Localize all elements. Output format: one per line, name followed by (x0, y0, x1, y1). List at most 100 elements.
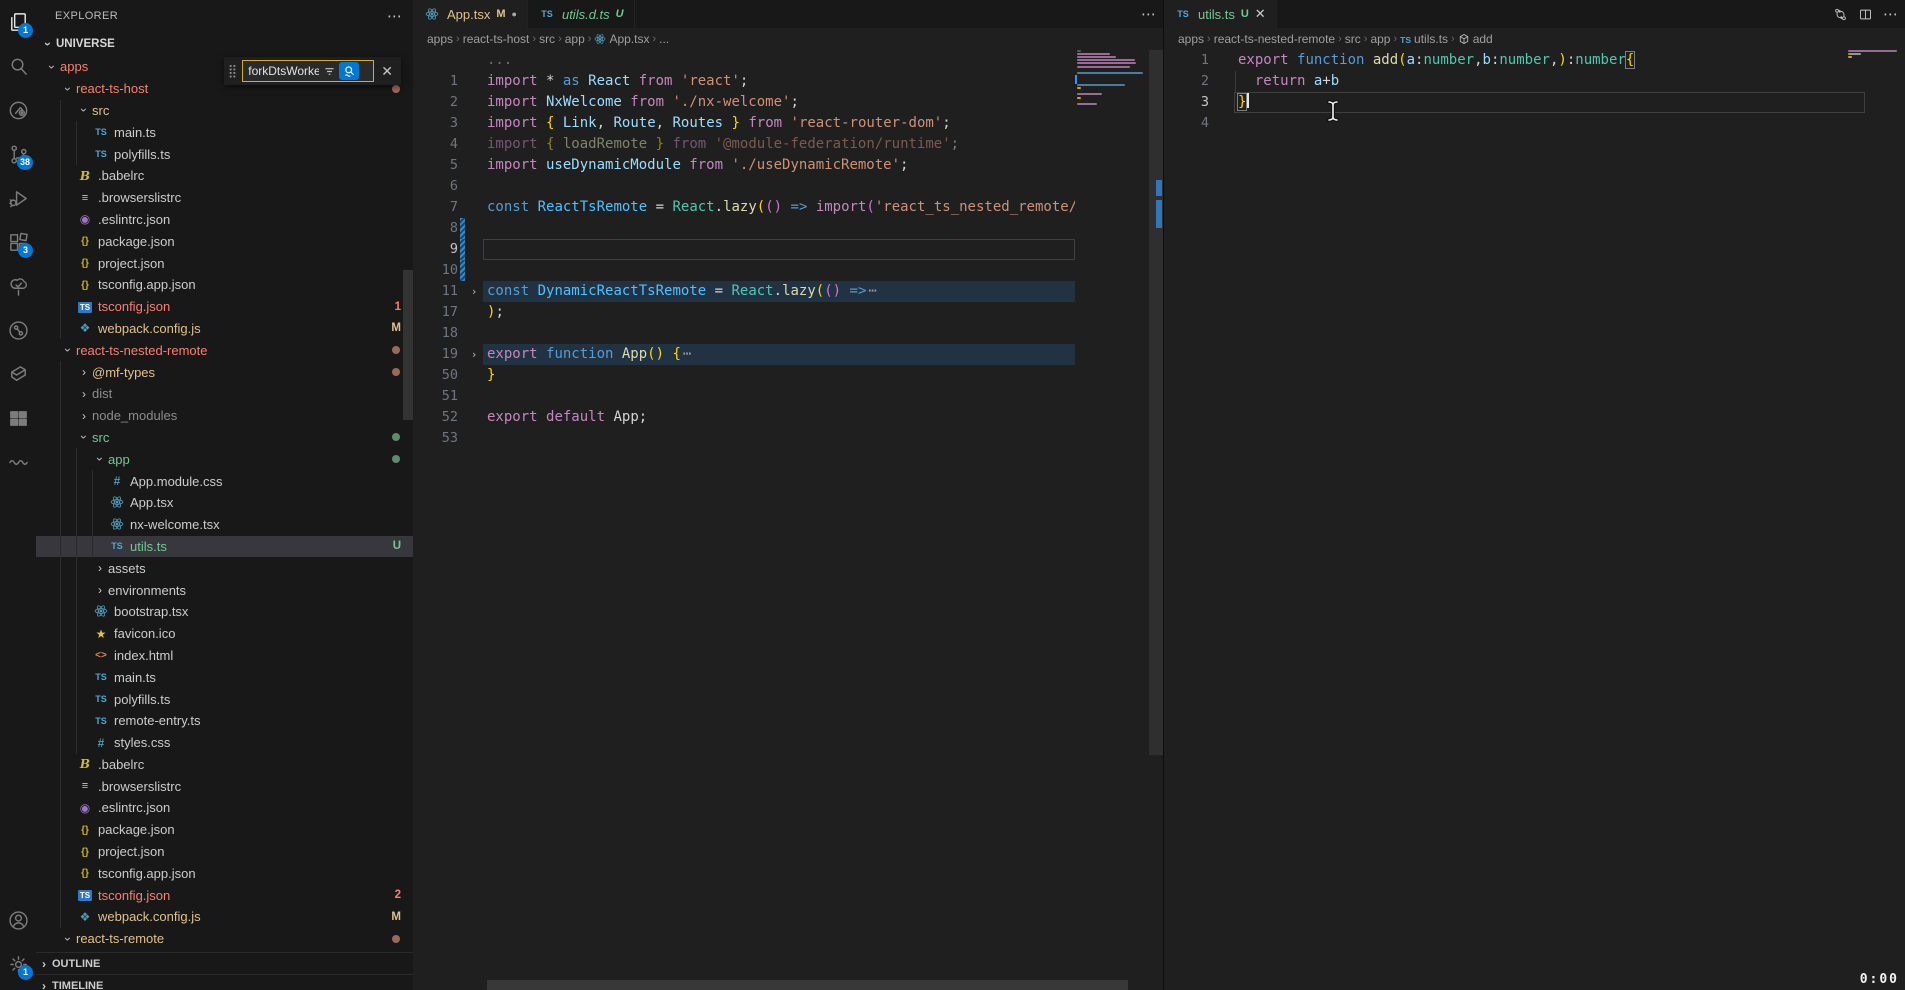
open-changes-icon[interactable] (1833, 7, 1848, 22)
fold-chevron-icon[interactable]: › (465, 281, 483, 302)
breadcrumb-item[interactable]: add (1458, 32, 1493, 46)
tree-item--babelrc[interactable]: B.babelrc (36, 754, 413, 776)
filter-icon[interactable] (319, 62, 339, 80)
sidebar-scrollbar[interactable] (403, 270, 413, 420)
dirty-indicator-icon[interactable]: ● (512, 9, 517, 19)
more-actions-icon[interactable]: ⋯ (1141, 5, 1157, 23)
breadcrumb-item[interactable]: apps (1178, 32, 1204, 46)
code-line[interactable]: 1export function add(a:number,b:number,)… (1164, 50, 1865, 71)
tree-item--mf-types[interactable]: ›@mf-types (36, 361, 413, 383)
code-line[interactable]: 10 (413, 260, 1075, 281)
tree-item-react-ts-remote[interactable]: ›react-ts-remote (36, 928, 413, 950)
drag-handle-icon[interactable]: ⣿ (228, 63, 238, 79)
breadcrumb-item[interactable]: react-ts-host (463, 32, 530, 46)
grid-icon[interactable] (0, 396, 36, 440)
explorer-more-actions-icon[interactable]: ⋯ (387, 7, 403, 25)
tree-item-styles-css[interactable]: #styles.css (36, 732, 413, 754)
code-line[interactable]: 5import useDynamicModule from './useDyna… (413, 155, 1075, 176)
run-debug-icon[interactable] (0, 176, 36, 220)
code-line[interactable]: 11›const DynamicReactTsRemote = React.la… (413, 281, 1075, 302)
horizontal-scrollbar[interactable] (487, 980, 1128, 990)
code-line[interactable]: 18 (413, 323, 1075, 344)
timeline-section[interactable]: › TIMELINE (36, 974, 413, 990)
tree-item-main-ts[interactable]: TSmain.ts (36, 666, 413, 688)
code-line[interactable]: 3import { Link, Route, Routes } from 're… (413, 113, 1075, 134)
tree-item-project-json[interactable]: {}project.json (36, 252, 413, 274)
code-line[interactable]: 2import NxWelcome from './nx-welcome'; (413, 92, 1075, 113)
code-line[interactable]: 51 (413, 386, 1075, 407)
tree-item-main-ts[interactable]: TSmain.ts (36, 121, 413, 143)
tree-item--babelrc[interactable]: B.babelrc (36, 165, 413, 187)
tree-check-icon[interactable] (0, 264, 36, 308)
tree-item-polyfills-ts[interactable]: TSpolyfills.ts (36, 688, 413, 710)
search-icon[interactable] (0, 44, 36, 88)
code-editor[interactable]: ...1import * as React from 'react';2impo… (413, 50, 1075, 449)
fuzzy-search-icon[interactable] (339, 62, 359, 80)
code-line[interactable]: 1import * as React from 'react'; (413, 71, 1075, 92)
workspace-header[interactable]: › UNIVERSE (36, 32, 413, 55)
extensions-icon[interactable]: 3 (0, 220, 36, 264)
code-line[interactable]: 9 (413, 239, 1075, 260)
fold-chevron-icon[interactable]: › (465, 344, 483, 365)
breadcrumb-item[interactable]: react-ts-nested-remote (1214, 32, 1335, 46)
breadcrumb-item[interactable]: app (565, 32, 585, 46)
tree-item-src[interactable]: ›src (36, 100, 413, 122)
tab-utils-ts[interactable]: TSutils.tsU✕ (1164, 0, 1277, 28)
tree-item-webpack-config-js[interactable]: ❖webpack.config.jsM (36, 318, 413, 340)
tree-item-bootstrap-tsx[interactable]: bootstrap.tsx (36, 601, 413, 623)
code-line[interactable]: 52export default App; (413, 407, 1075, 428)
tree-item-dist[interactable]: ›dist (36, 383, 413, 405)
explorer-icon[interactable]: 1 (0, 0, 36, 44)
breadcrumb-item[interactable]: App.tsx (594, 32, 649, 46)
tree-item-react-ts-nested-remote[interactable]: ›react-ts-nested-remote (36, 339, 413, 361)
tree-item-tsconfig-json[interactable]: TStsconfig.json1 (36, 296, 413, 318)
tree-item-utils-ts[interactable]: TSutils.tsU (36, 536, 413, 558)
code-line[interactable]: 2 return a+b (1164, 71, 1865, 92)
source-control-icon[interactable]: 38 (0, 132, 36, 176)
editor-scrollbar[interactable] (1149, 50, 1163, 810)
tree-item-node-modules[interactable]: ›node_modules (36, 405, 413, 427)
tree-item-src[interactable]: ›src (36, 427, 413, 449)
settings-gear-icon[interactable]: 1 (0, 942, 36, 986)
tree-item-remote-entry-ts[interactable]: TSremote-entry.ts (36, 710, 413, 732)
tree-item-package-json[interactable]: {}package.json (36, 819, 413, 841)
tree-item-tsconfig-app-json[interactable]: {}tsconfig.app.json (36, 862, 413, 884)
code-line[interactable]: 17); (413, 302, 1075, 323)
tree-item-assets[interactable]: ›assets (36, 557, 413, 579)
code-line[interactable]: 8 (413, 218, 1075, 239)
split-editor-icon[interactable] (1858, 7, 1873, 22)
tree-item-project-json[interactable]: {}project.json (36, 841, 413, 863)
code-editor[interactable]: 1export function add(a:number,b:number,)… (1164, 50, 1865, 134)
account-icon[interactable] (0, 898, 36, 942)
tree-find-input[interactable] (243, 64, 319, 78)
tree-item--eslintrc-json[interactable]: ◉.eslintrc.json (36, 797, 413, 819)
tree-item--eslintrc-json[interactable]: ◉.eslintrc.json (36, 209, 413, 231)
tree-item-app[interactable]: ›app (36, 448, 413, 470)
tree-item-polyfills-ts[interactable]: TSpolyfills.ts (36, 143, 413, 165)
code-line[interactable]: ... (413, 50, 1075, 71)
tree-item-package-json[interactable]: {}package.json (36, 230, 413, 252)
tree-item-tsconfig-json[interactable]: TStsconfig.json2 (36, 884, 413, 906)
code-line[interactable]: 4import { loadRemote } from '@module-fed… (413, 134, 1075, 155)
breadcrumb-item[interactable]: apps (427, 32, 453, 46)
tree-item-index-html[interactable]: <>index.html (36, 645, 413, 667)
breadcrumb-item[interactable]: TSutils.ts (1400, 32, 1448, 46)
tree-item-tsconfig-app-json[interactable]: {}tsconfig.app.json (36, 274, 413, 296)
code-line[interactable]: 4 (1164, 113, 1865, 134)
breadcrumb-item[interactable]: src (1345, 32, 1361, 46)
code-line[interactable]: 7const ReactTsRemote = React.lazy(() => … (413, 197, 1075, 218)
tree-item--browserslistrc[interactable]: ≡.browserslistrc (36, 775, 413, 797)
commit-graph-icon[interactable] (0, 308, 36, 352)
tab-app-tsx[interactable]: App.tsxM● (413, 0, 528, 28)
close-icon[interactable]: ✕ (1255, 6, 1266, 22)
code-line[interactable]: 50} (413, 365, 1075, 386)
tree-item-app-module-css[interactable]: #App.module.css (36, 470, 413, 492)
tree-item-nx-welcome-tsx[interactable]: nx-welcome.tsx (36, 514, 413, 536)
more-actions-icon[interactable]: ⋯ (1883, 5, 1899, 23)
code-line[interactable]: 6 (413, 176, 1075, 197)
breadcrumb-item[interactable]: ... (659, 32, 669, 46)
close-icon[interactable]: ✕ (379, 63, 395, 80)
pin-circle-icon[interactable] (0, 88, 36, 132)
code-line[interactable]: 19›export function App() {⋯ (413, 344, 1075, 365)
code-line[interactable]: 3} (1164, 92, 1865, 113)
